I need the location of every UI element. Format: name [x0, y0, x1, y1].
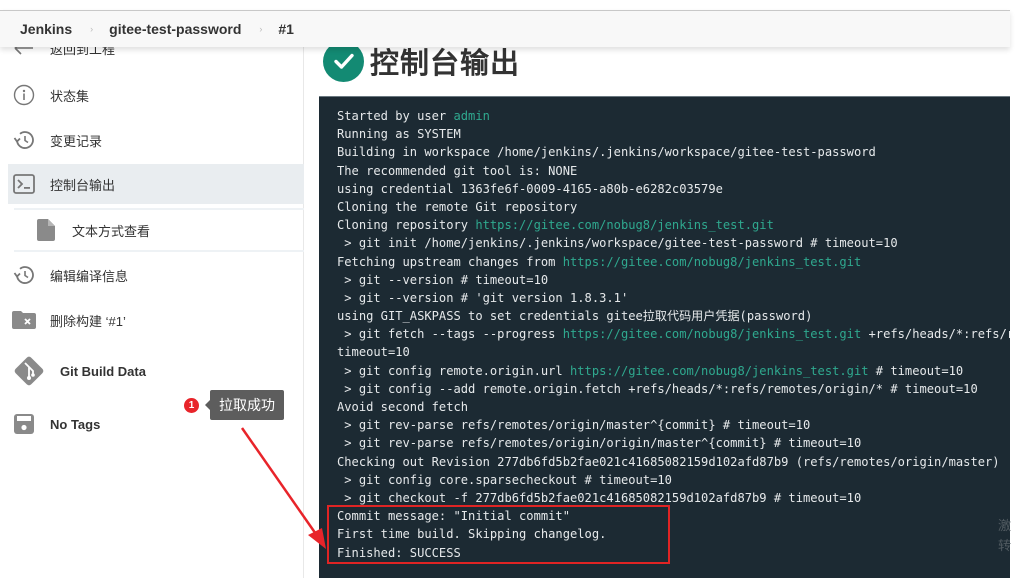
- console-text: > git --version # timeout=10: [337, 272, 549, 287]
- console-line: Checking out Revision 277db6fd5b2fae021c…: [337, 453, 1010, 471]
- sidebar-item-label: 编辑编译信息: [50, 268, 129, 284]
- console-text: > git rev-parse refs/remotes/origin/orig…: [337, 436, 862, 451]
- console-text: +refs/heads/*:refs/remotes/origin/*: [868, 327, 1010, 342]
- sidebar-item-label: 删除构建 ‘#1’: [50, 313, 126, 329]
- breadcrumb-separator-icon: ›: [90, 24, 94, 34]
- console-text: timeout=10: [337, 345, 410, 360]
- document-icon: [34, 218, 58, 242]
- console-line: > git rev-parse refs/remotes/origin/mast…: [337, 416, 1010, 434]
- save-icon: [12, 412, 36, 436]
- console-line: The recommended git tool is: NONE: [337, 162, 1010, 180]
- console-text: > git config core.sparsecheckout # timeo…: [337, 472, 672, 487]
- console-link[interactable]: https://gitee.com/nobug8/jenkins_test.gi…: [475, 218, 774, 232]
- console-line: > git config --add remote.origin.fetch +…: [337, 380, 1010, 398]
- sidebar-item-label: 变更记录: [50, 133, 103, 149]
- sidebar-item-edit-build-info[interactable]: 编辑编译信息: [8, 255, 304, 295]
- console-link[interactable]: https://gitee.com/nobug8/jenkins_test.gi…: [563, 327, 862, 341]
- sidebar-item-label: 控制台输出: [50, 177, 116, 193]
- console-text: The recommended git tool is: NONE: [337, 163, 578, 178]
- sidebar-item-status[interactable]: 状态集: [8, 75, 304, 115]
- sidebar-item-git-build-data[interactable]: Git Build Data: [8, 348, 304, 394]
- console-line: > git --version # 'git version 1.8.3.1': [337, 289, 1010, 307]
- breadcrumb: Jenkins › gitee-test-password › #1: [0, 10, 1010, 47]
- console-text: # timeout=10: [868, 363, 964, 378]
- breadcrumb-project[interactable]: gitee-test-password: [109, 21, 241, 37]
- console-text: > git config --add remote.origin.fetch +…: [337, 381, 978, 396]
- sidebar-item-label: No Tags: [50, 416, 101, 432]
- breadcrumb-separator-icon: ›: [259, 24, 263, 34]
- terminal-icon: [12, 172, 36, 196]
- console-link[interactable]: https://gitee.com/nobug8/jenkins_test.gi…: [570, 364, 869, 378]
- sidebar-item-label: 文本方式查看: [72, 223, 151, 239]
- breadcrumb-build[interactable]: #1: [278, 21, 294, 37]
- console-text: Checking out Revision 277db6fd5b2fae021c…: [337, 454, 1000, 469]
- console-line: > git --version # timeout=10: [337, 271, 1010, 289]
- console-text: Started by user: [337, 109, 454, 123]
- console-text: > git fetch --tags --progress: [337, 327, 563, 342]
- watermark-line: 转: [998, 538, 1012, 553]
- console-line: Running as SYSTEM: [337, 125, 1010, 143]
- console-line: > git rev-parse refs/remotes/origin/orig…: [337, 434, 1010, 452]
- annotation-badge: 1: [184, 398, 199, 413]
- console-text: using credential 1363fe6f-0009-4165-a80b…: [337, 181, 723, 196]
- console-link[interactable]: admin: [454, 109, 490, 123]
- sidebar-item-view-as-text[interactable]: 文本方式查看: [14, 208, 304, 252]
- sidebar-item-changes[interactable]: 变更记录: [8, 120, 304, 160]
- console-line: Started by user admin: [337, 107, 1010, 125]
- console-text: Cloning repository: [337, 218, 476, 233]
- console-text: > git rev-parse refs/remotes/origin/mast…: [337, 418, 811, 433]
- annotation-highlight-box: [327, 505, 670, 564]
- console-text: > git init /home/jenkins/.jenkins/worksp…: [337, 236, 898, 251]
- console-line: using credential 1363fe6f-0009-4165-a80b…: [337, 180, 1010, 198]
- console-line: using GIT_ASKPASS to set credentials git…: [337, 307, 1010, 325]
- console-text: > git checkout -f 277db6fd5b2fae021c4168…: [337, 490, 862, 505]
- info-icon: [12, 83, 36, 107]
- history-icon: [12, 263, 36, 287]
- sidebar-item-console-output[interactable]: 控制台输出: [8, 164, 304, 204]
- console-text: > git config remote.origin.url: [337, 363, 570, 378]
- folder-delete-icon: [12, 308, 36, 332]
- console-line: Fetching upstream changes from https://g…: [337, 253, 1010, 271]
- console-line: Cloning the remote Git repository: [337, 198, 1010, 216]
- console-text: Building in workspace /home/jenkins/.jen…: [337, 145, 876, 160]
- console-text: using GIT_ASKPASS to set credentials git…: [337, 309, 813, 324]
- console-text: Avoid second fetch: [337, 400, 469, 414]
- watermark-line: 激: [998, 518, 1012, 533]
- console-text: > git --version # 'git version 1.8.3.1': [337, 290, 629, 305]
- git-icon: [12, 354, 46, 388]
- console-text: Fetching upstream changes from: [337, 254, 563, 269]
- console-line: Avoid second fetch: [337, 398, 1010, 416]
- console-line: > git config remote.origin.url https://g…: [337, 362, 1010, 380]
- console-line: timeout=10: [337, 343, 1010, 361]
- console-line: > git config core.sparsecheckout # timeo…: [337, 471, 1010, 489]
- console-text: Running as SYSTEM: [337, 127, 461, 142]
- sidebar-item-delete-build[interactable]: 删除构建 ‘#1’: [8, 300, 304, 340]
- sidebar: 返回到工程 状态集 变更记录 控制台输出 文本方式查看 编辑编译信息 删除构建 …: [0, 30, 304, 578]
- sidebar-item-label: 状态集: [50, 88, 90, 104]
- sidebar-item-label: Git Build Data: [60, 363, 146, 379]
- console-line: > git init /home/jenkins/.jenkins/worksp…: [337, 234, 1010, 252]
- history-icon: [12, 128, 36, 152]
- breadcrumb-jenkins[interactable]: Jenkins: [20, 21, 72, 37]
- console-text: Cloning the remote Git repository: [337, 199, 578, 214]
- watermark: 激 转: [998, 516, 1011, 556]
- console-line: Building in workspace /home/jenkins/.jen…: [337, 143, 1010, 161]
- console-link[interactable]: https://gitee.com/nobug8/jenkins_test.gi…: [563, 255, 862, 269]
- annotation-tooltip: 拉取成功: [205, 390, 284, 420]
- jenkins-console-page: 返回到工程 状态集 变更记录 控制台输出 文本方式查看 编辑编译信息 删除构建 …: [0, 0, 1011, 578]
- console-line: Cloning repository https://gitee.com/nob…: [337, 216, 1010, 234]
- console-line: > git fetch --tags --progress https://gi…: [337, 325, 1010, 343]
